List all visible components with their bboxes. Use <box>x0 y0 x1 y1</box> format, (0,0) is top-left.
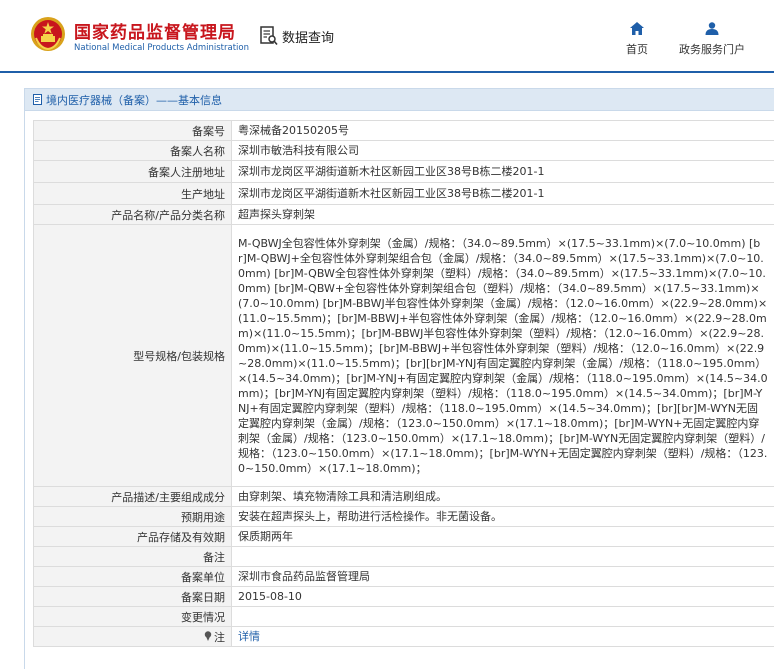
site-name-en: National Medical Products Administration <box>74 43 249 53</box>
nav-home-label: 首页 <box>626 43 648 56</box>
row-value: 深圳市龙岗区平湖街道新木社区新园工业区38号B栋二楼201-1 <box>231 182 774 205</box>
table-row: 生产地址 深圳市龙岗区平湖街道新木社区新园工业区38号B栋二楼201-1 <box>33 182 774 205</box>
site-header: 国家药品监督管理局 National Medical Products Admi… <box>0 0 774 72</box>
row-value <box>231 546 774 567</box>
home-icon <box>630 22 644 35</box>
document-icon <box>33 94 42 105</box>
table-row: 产品名称/产品分类名称 超声探头穿刺架 <box>33 204 774 225</box>
data-query-label: 数据查询 <box>282 30 335 46</box>
row-label: 备案号 <box>33 120 232 141</box>
row-label: 备案人名称 <box>33 140 232 161</box>
note-label: 注 <box>214 630 225 644</box>
table-row: 型号规格/包装规格 M-QBWJ全包容性体外穿刺架（金属）/规格：（34.0~8… <box>33 224 774 487</box>
row-label: 备案人注册地址 <box>33 160 232 183</box>
row-label: 备案单位 <box>33 566 232 587</box>
row-label: 产品名称/产品分类名称 <box>33 204 232 225</box>
row-value: 深圳市食品药品监督管理局 <box>231 566 774 587</box>
table-row: 备案人注册地址 深圳市龙岗区平湖街道新木社区新园工业区38号B栋二楼201-1 <box>33 160 774 183</box>
table-row: 备案日期 2015-08-10 <box>33 586 774 607</box>
pin-icon <box>204 630 212 641</box>
table-row: 变更情况 <box>33 606 774 627</box>
row-value: 粤深械备20150205号 <box>231 120 774 141</box>
table-row: 预期用途 安装在超声探头上，帮助进行活检操作。非无菌设备。 <box>33 506 774 527</box>
row-label: 产品描述/主要组成成分 <box>33 486 232 507</box>
table-row: 产品存储及有效期 保质期两年 <box>33 526 774 547</box>
row-label: 型号规格/包装规格 <box>33 224 232 487</box>
row-label: 变更情况 <box>33 606 232 627</box>
detail-panel: 境内医疗器械（备案）——基本信息 备案号 粤深械备20150205号 备案人名称… <box>24 88 774 669</box>
table-row: 备注 <box>33 546 774 567</box>
nav-service-portal-label: 政务服务门户 <box>679 43 745 56</box>
table-row: 备案人名称 深圳市敏浩科技有限公司 <box>33 140 774 161</box>
details-link[interactable]: 详情 <box>238 630 260 643</box>
row-value: M-QBWJ全包容性体外穿刺架（金属）/规格：（34.0~89.5mm）×(17… <box>231 224 774 487</box>
row-value: 深圳市龙岗区平湖街道新木社区新园工业区38号B栋二楼201-1 <box>231 160 774 183</box>
row-label: 生产地址 <box>33 182 232 205</box>
row-value: 2015-08-10 <box>231 586 774 607</box>
row-label: 注 <box>33 626 232 647</box>
site-name-cn: 国家药品监督管理局 <box>74 23 236 43</box>
table-row: 备案号 粤深械备20150205号 <box>33 120 774 141</box>
data-query-link[interactable]: 数据查询 <box>260 26 334 46</box>
row-label: 备注 <box>33 546 232 567</box>
user-icon <box>705 22 719 35</box>
row-value: 详情 <box>231 626 774 647</box>
row-value <box>231 606 774 627</box>
row-value: 深圳市敏浩科技有限公司 <box>231 140 774 161</box>
row-value: 超声探头穿刺架 <box>231 204 774 225</box>
row-value: 保质期两年 <box>231 526 774 547</box>
table-row: 产品描述/主要组成成分 由穿刺架、填充物清除工具和清洁刷组成。 <box>33 486 774 507</box>
search-document-icon <box>260 26 278 46</box>
breadcrumb-text: 境内医疗器械（备案）——基本信息 <box>46 93 222 107</box>
table-row: 注 详情 <box>33 626 774 647</box>
breadcrumb: 境内医疗器械（备案）——基本信息 <box>25 89 774 111</box>
record-table: 备案号 粤深械备20150205号 备案人名称 深圳市敏浩科技有限公司 备案人注… <box>33 120 774 647</box>
row-label: 产品存储及有效期 <box>33 526 232 547</box>
nav-service-portal[interactable]: 政务服务门户 <box>672 22 752 57</box>
row-value: 由穿刺架、填充物清除工具和清洁刷组成。 <box>231 486 774 507</box>
row-value: 安装在超声探头上，帮助进行活检操作。非无菌设备。 <box>231 506 774 527</box>
row-label: 预期用途 <box>33 506 232 527</box>
row-label: 备案日期 <box>33 586 232 607</box>
header-divider <box>0 71 774 73</box>
national-emblem-icon <box>31 17 65 51</box>
table-row: 备案单位 深圳市食品药品监督管理局 <box>33 566 774 587</box>
nav-home[interactable]: 首页 <box>597 22 677 57</box>
